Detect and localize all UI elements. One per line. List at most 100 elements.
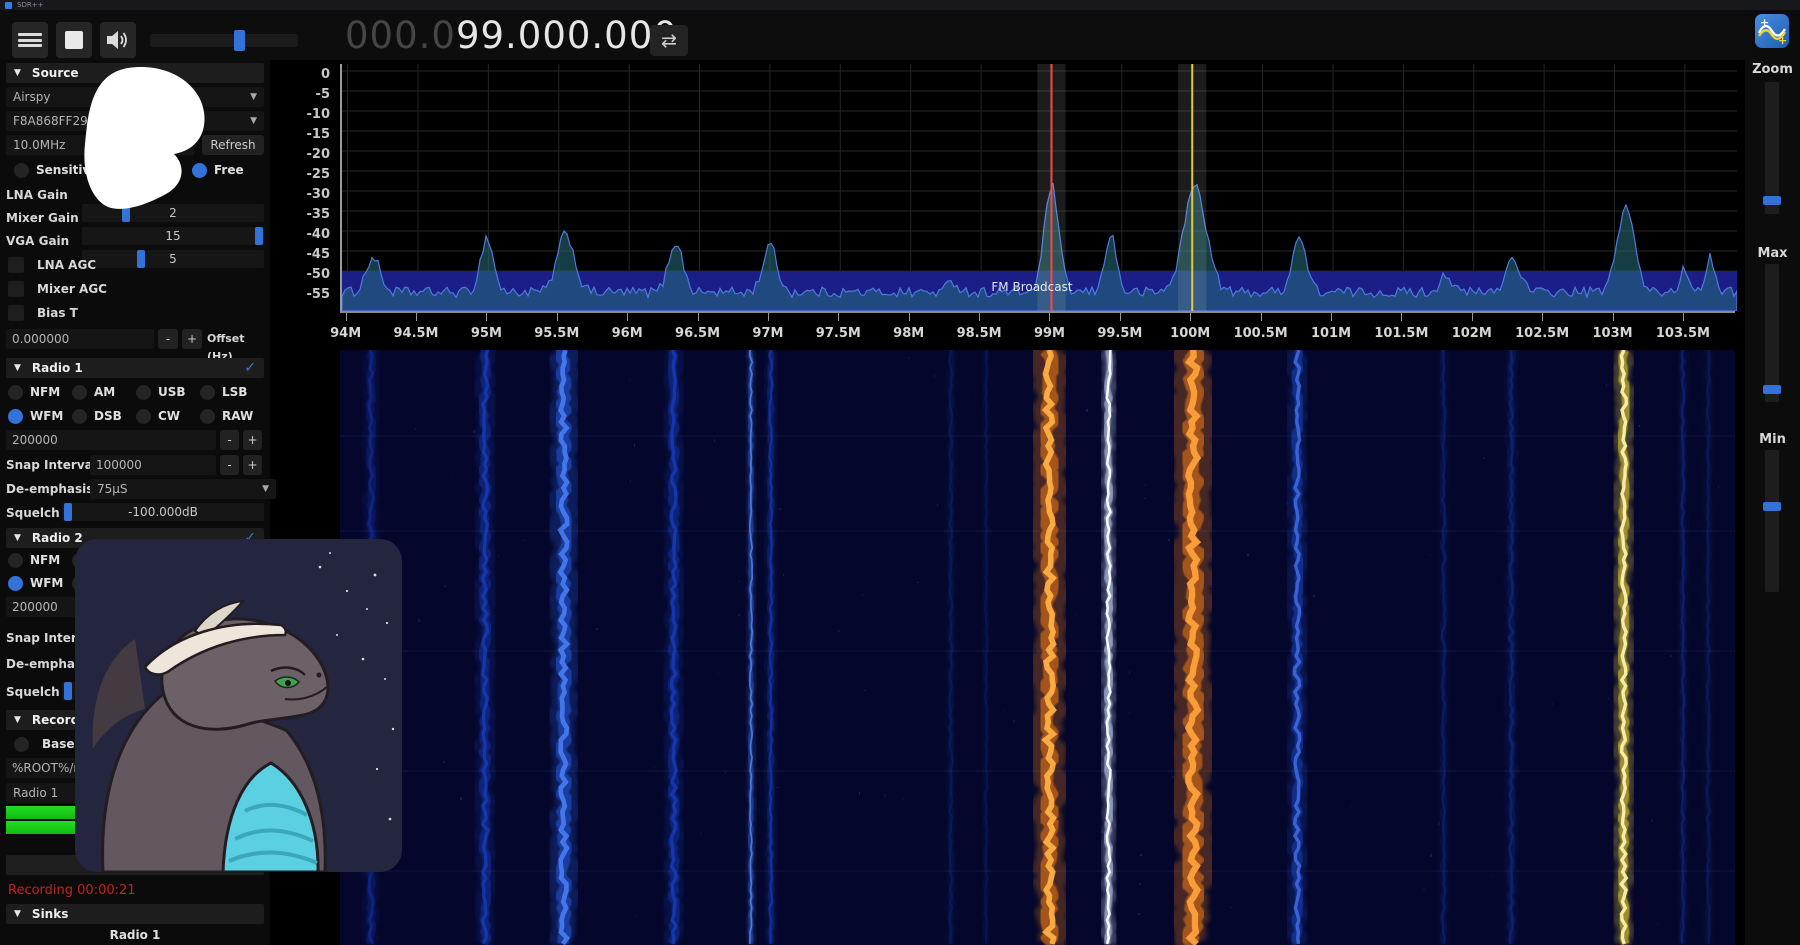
radio-circle-icon (14, 737, 29, 752)
svg-text:+: + (1778, 34, 1787, 47)
stop-button[interactable] (56, 22, 92, 58)
bandwidth-plus-button[interactable]: + (243, 430, 262, 450)
vga-gain-row: VGA Gain 5 (6, 230, 264, 250)
radio1-panel-header[interactable]: ▼ Radio 1 ✓ (6, 358, 264, 378)
snap-plus-button[interactable]: + (243, 455, 262, 475)
checkbox-icon (8, 257, 24, 273)
squelch-slider[interactable]: -100.000dB (62, 503, 264, 521)
radio1-mode-raw[interactable]: RAW (200, 407, 253, 425)
sdrpp-logo-icon: + + (1755, 14, 1789, 48)
radio2-squelch-label: Squelch (6, 683, 60, 701)
radio-circle-icon (136, 409, 151, 424)
lna-gain-label: LNA Gain (6, 188, 68, 202)
mode-label: DSB (94, 409, 122, 423)
frequency-tick-label: 95M (456, 326, 516, 341)
max-slider-handle[interactable] (1763, 385, 1781, 394)
mute-button[interactable] (100, 22, 136, 58)
offset-input[interactable]: 0.000000 (6, 329, 154, 349)
radio1-mode-wfm[interactable]: WFM (8, 407, 63, 425)
waterfall-display[interactable] (340, 350, 1735, 945)
deemphasis-dropdown[interactable]: 75µS ▼ (90, 479, 276, 499)
frequency-tick (346, 313, 347, 321)
mode-label: LSB (222, 385, 247, 399)
frequency-tick-label: 100M (1160, 326, 1220, 341)
frequency-tick (1542, 313, 1543, 321)
mode-label: Free (214, 163, 244, 177)
fft-spectrum-plot[interactable]: FM Broadcast (340, 64, 1737, 311)
max-slider[interactable] (1765, 264, 1779, 402)
sinks-stream-label: Radio 1 (6, 928, 264, 942)
tuning-mode-button[interactable]: ⇄ (650, 25, 688, 56)
checkbox-label: Mixer AGC (37, 280, 107, 298)
frequency-tick-label: 95.5M (527, 326, 587, 341)
enabled-check-icon[interactable]: ✓ (244, 360, 256, 376)
refresh-button[interactable]: Refresh (202, 135, 264, 155)
mode-label: NFM (30, 553, 60, 567)
frequency-tick-label: 96.5M (668, 326, 728, 341)
radio2-mode-wfm[interactable]: WFM (8, 574, 63, 592)
fft-db-label: -10 (270, 108, 330, 122)
min-slider-handle[interactable] (1763, 502, 1781, 511)
fft-db-label: -25 (270, 168, 330, 182)
min-slider-label: Min (1745, 432, 1800, 447)
checkbox-mixer-agc[interactable]: Mixer AGC (6, 280, 264, 298)
squelch-handle[interactable] (64, 503, 72, 521)
bandwidth-minus-button[interactable]: - (220, 430, 239, 450)
fft-db-label: -20 (270, 148, 330, 162)
deemphasis-value: 75µS (97, 482, 128, 496)
snap-interval-input[interactable]: 100000 (90, 455, 216, 475)
fft-db-label: 0 (270, 68, 330, 82)
collapse-arrow-icon: ▼ (14, 715, 21, 725)
radio-circle-icon (8, 576, 23, 591)
frequency-tick-label: 98M (879, 326, 939, 341)
source-header-label: Source (32, 66, 79, 80)
frequency-tick (838, 313, 839, 321)
checkbox-lna-agc[interactable]: LNA AGC (6, 256, 264, 274)
mode-label: WFM (30, 576, 63, 590)
offset-minus-button[interactable]: - (158, 329, 178, 349)
source-device-value: Airspy (13, 90, 50, 104)
mixer-gain-label: Mixer Gain (6, 211, 79, 225)
window-title: SDR++ (17, 1, 43, 9)
frequency-tick-label: 103.5M (1653, 326, 1713, 341)
offset-plus-button[interactable]: + (182, 329, 202, 349)
radio-circle-icon (72, 409, 87, 424)
frequency-scale: 94M94.5M95M95.5M96M96.5M97M97.5M98M98.5M… (340, 311, 1735, 352)
frequency-tick-label: 103M (1583, 326, 1643, 341)
frequency-display[interactable]: 000.099.000.000 (345, 14, 678, 57)
radio1-mode-lsb[interactable]: LSB (200, 383, 247, 401)
frequency-tick (1683, 313, 1684, 321)
snap-minus-button[interactable]: - (220, 455, 239, 475)
avatar-overlay-image (75, 539, 402, 872)
frequency-tick (627, 313, 628, 321)
radio2-mode-nfm[interactable]: NFM (8, 551, 60, 569)
menu-button[interactable] (12, 22, 48, 58)
collapse-arrow-icon: ▼ (14, 533, 21, 543)
sinks-panel-header[interactable]: ▼ Sinks (6, 904, 264, 924)
sinks-header-label: Sinks (32, 907, 68, 921)
min-slider[interactable] (1765, 450, 1779, 592)
zoom-slider-handle[interactable] (1763, 196, 1781, 205)
radio2-squelch-handle[interactable] (64, 682, 72, 700)
radio1-bandwidth-input[interactable]: 200000 (6, 430, 216, 450)
radio1-mode-cw[interactable]: CW (136, 407, 180, 425)
frequency-tick (979, 313, 980, 321)
band-label: FM Broadcast (957, 280, 1107, 294)
frequency-tick-label: 97M (738, 326, 798, 341)
frequency-tick (1613, 313, 1614, 321)
samplerate-value: 10.0MHz (13, 138, 65, 152)
main-display-area: 0-5-10-15-20-25-30-35-40-45-50-55 FM Bro… (270, 60, 1745, 945)
swap-arrows-icon: ⇄ (661, 30, 677, 52)
zoom-slider[interactable] (1765, 82, 1779, 214)
radio1-mode-nfm[interactable]: NFM (8, 383, 60, 401)
frequency-tick-label: 94.5M (386, 326, 446, 341)
volume-slider-handle[interactable] (234, 30, 245, 51)
radio1-mode-usb[interactable]: USB (136, 383, 186, 401)
mode-label: CW (158, 409, 180, 423)
radio1-mode-dsb[interactable]: DSB (72, 407, 122, 425)
mode-label: USB (158, 385, 186, 399)
volume-slider[interactable] (150, 34, 298, 47)
checkbox-bias-t[interactable]: Bias T (6, 304, 264, 322)
radio1-mode-am[interactable]: AM (72, 383, 115, 401)
frequency-tick (416, 313, 417, 321)
